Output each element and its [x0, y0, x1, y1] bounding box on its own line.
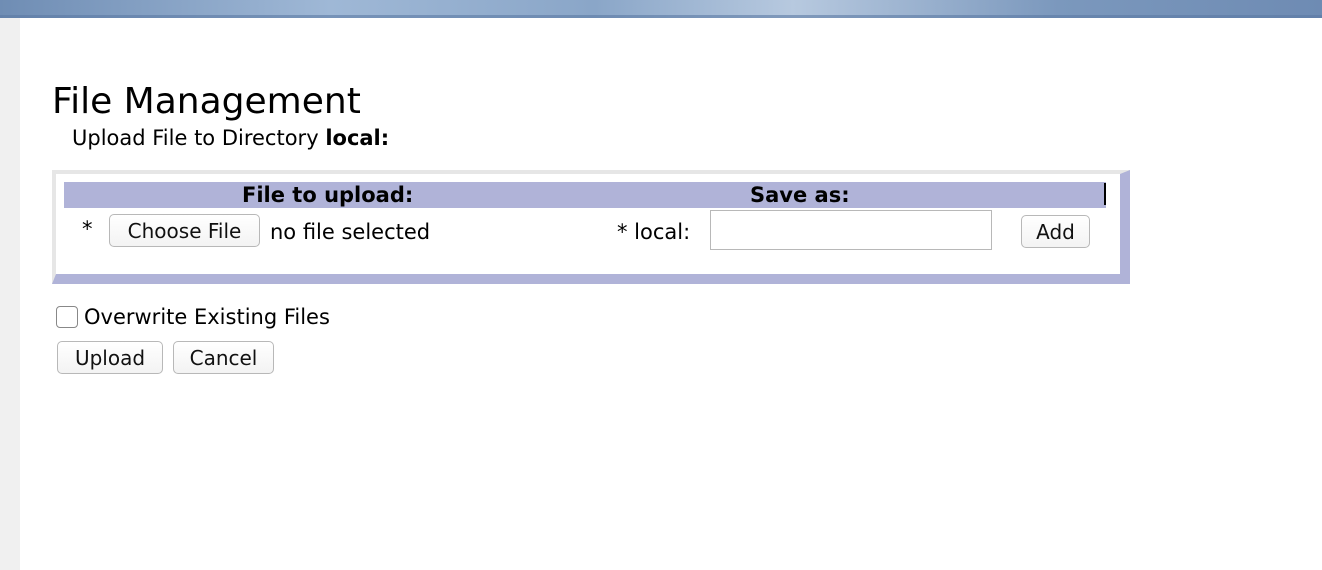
save-as-input[interactable] [710, 210, 992, 250]
left-gutter [0, 18, 20, 570]
page-title: File Management [52, 81, 361, 122]
text-caret [1104, 183, 1106, 205]
subtitle-text: Upload File to Directory [72, 126, 319, 150]
header-file-to-upload: File to upload: [242, 183, 414, 207]
directory-name: local: [325, 126, 390, 150]
upload-button[interactable]: Upload [57, 341, 163, 374]
upload-panel: File to upload: Save as: * Choose File n… [52, 170, 1130, 284]
choose-file-button[interactable]: Choose File [109, 214, 260, 247]
file-status-text: no file selected [270, 220, 431, 244]
required-marker: * [82, 217, 93, 241]
save-as-label: * local: [617, 220, 691, 244]
overwrite-label[interactable]: Overwrite Existing Files [84, 303, 330, 331]
cancel-button[interactable]: Cancel [173, 341, 274, 374]
overwrite-checkbox[interactable] [56, 306, 78, 328]
upload-directory-subtitle: Upload File to Directory local: [72, 124, 389, 152]
upload-table-header: File to upload: Save as: [64, 182, 1106, 208]
add-button[interactable]: Add [1021, 215, 1090, 248]
header-save-as: Save as: [750, 183, 850, 207]
top-banner [0, 0, 1322, 18]
